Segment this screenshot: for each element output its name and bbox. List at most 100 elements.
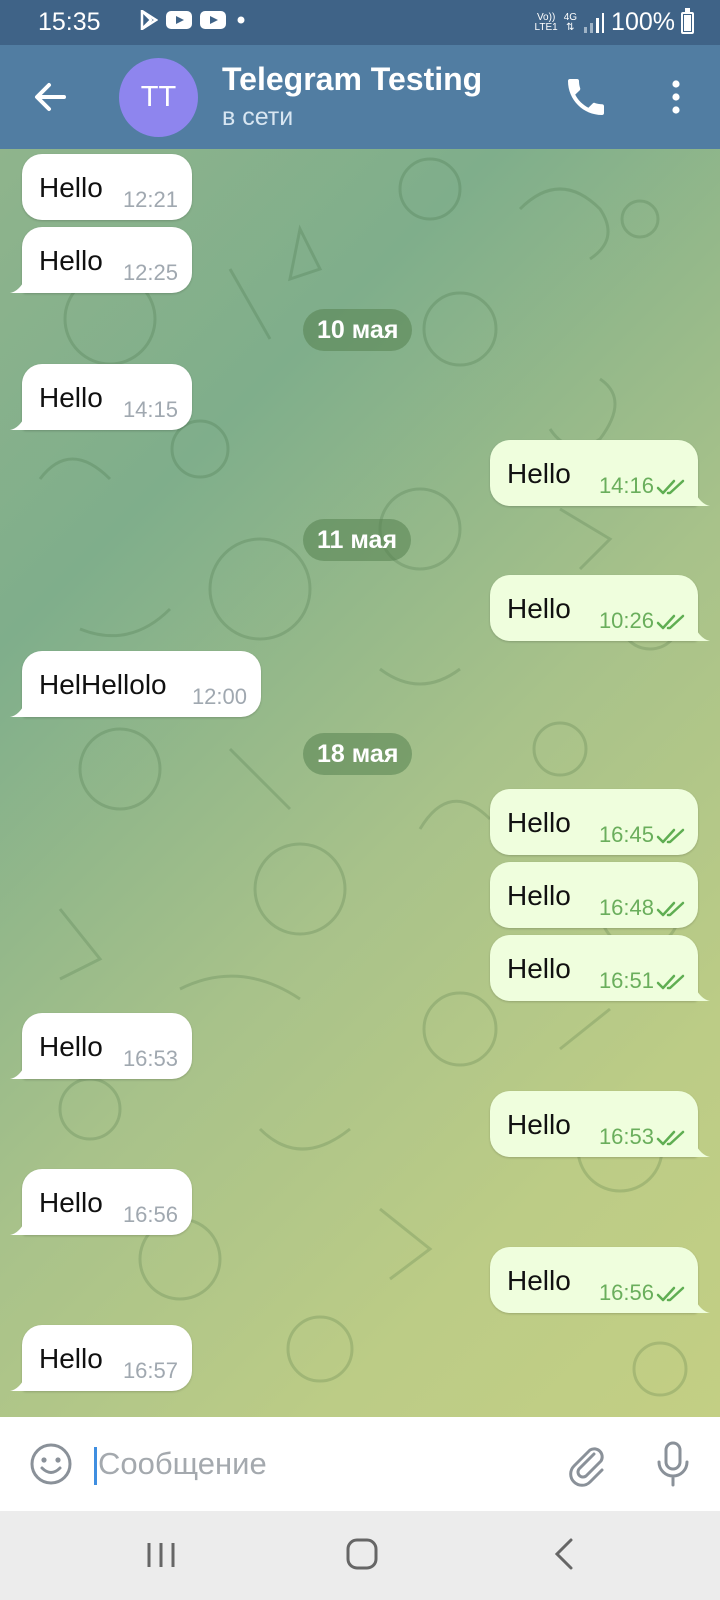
message-outgoing[interactable]: Hello 16:45 [490, 789, 698, 855]
message-time: 12:00 [191, 684, 247, 709]
system-nav-bar [0, 1511, 720, 1600]
network-indicator: 4G ⇅ [563, 11, 578, 33]
more-menu-button[interactable] [652, 73, 700, 121]
message-time: 12:25 [122, 260, 178, 285]
message-incoming[interactable]: Hello 12:25 [10, 227, 192, 293]
data-arrows-icon: ⇅ [566, 21, 575, 33]
avatar-initials: TT [140, 81, 177, 113]
date-label: 11 мая [317, 525, 398, 554]
message-composer [0, 1417, 720, 1511]
text-cursor [94, 1447, 97, 1485]
message-time: 14:16 [598, 473, 654, 498]
battery-icon [681, 7, 694, 34]
message-outgoing[interactable]: Hello 16:53 [490, 1091, 710, 1157]
message-text: Hello [507, 593, 571, 624]
network-label: 4G [563, 11, 578, 23]
chat-header: TT Telegram Testing в сети [0, 45, 720, 149]
message-time: 16:51 [598, 968, 654, 993]
home-button[interactable] [345, 1537, 379, 1571]
volte-label: Vo)) [536, 11, 556, 23]
bubble-tail [10, 1375, 26, 1391]
notification-icons [140, 10, 248, 30]
message-outgoing[interactable]: Hello 16:48 [490, 862, 698, 928]
message-incoming[interactable]: Hello 14:15 [10, 364, 192, 430]
message-outgoing[interactable]: Hello 10:26 [490, 575, 710, 641]
bubble-tail [694, 985, 710, 1001]
message-incoming[interactable]: Hello 16:53 [10, 1013, 192, 1079]
bubble-tail [10, 1219, 26, 1235]
recent-apps-button[interactable] [144, 1539, 178, 1571]
avatar[interactable]: TT [119, 58, 198, 137]
emoji-button[interactable] [28, 1441, 74, 1487]
message-outgoing[interactable]: Hello 14:16 [490, 440, 710, 506]
paperclip-icon [569, 1447, 604, 1487]
message-incoming[interactable]: Hello 12:21 [22, 154, 192, 220]
chevron-left-icon [554, 1538, 573, 1570]
message-text: Hello [39, 1343, 103, 1374]
voice-message-button[interactable] [650, 1439, 696, 1489]
smile-icon [30, 1443, 72, 1485]
message-text: HelHellolo [39, 669, 167, 700]
more-vertical-icon [672, 80, 680, 114]
message-input[interactable] [98, 1439, 538, 1489]
message-time: 16:57 [122, 1358, 178, 1383]
chat-status: в сети [222, 103, 294, 131]
bubble-tail [10, 1063, 26, 1079]
date-label: 10 мая [317, 315, 399, 344]
bubble-tail [694, 1297, 710, 1313]
message-text: Hello [507, 880, 571, 911]
double-check-icon [656, 1286, 685, 1302]
message-time: 16:53 [122, 1046, 178, 1071]
bubble-tail [694, 1141, 710, 1157]
message-time: 16:56 [598, 1280, 654, 1305]
bubble-tail [10, 414, 26, 430]
message-outgoing[interactable]: Hello 16:56 [490, 1247, 710, 1313]
message-text: Hello [39, 382, 103, 413]
youtube-icon [166, 11, 192, 29]
status-bar: 15:35 Vo)) LTE1 4G ⇅ 100% [0, 0, 720, 45]
message-text: Hello [39, 1187, 103, 1218]
chat-title[interactable]: Telegram Testing [222, 61, 482, 98]
message-text: Hello [507, 1265, 571, 1296]
play-store-icon [140, 10, 158, 30]
arrow-left-icon [35, 83, 66, 111]
dot-icon [237, 16, 245, 24]
message-incoming[interactable]: Hello 16:57 [10, 1325, 192, 1391]
message-outgoing[interactable]: Hello 16:51 [490, 935, 710, 1001]
double-check-icon [656, 1130, 685, 1146]
recent-apps-icon [147, 1543, 175, 1567]
message-text: Hello [507, 953, 571, 984]
message-time: 16:45 [598, 822, 654, 847]
home-icon [346, 1538, 378, 1570]
message-time: 12:21 [122, 187, 178, 212]
bubble-tail [694, 625, 710, 641]
double-check-icon [656, 901, 685, 917]
battery-percent: 100% [611, 8, 675, 36]
youtube-icon [200, 11, 226, 29]
double-check-icon [656, 974, 685, 990]
bubble-tail [10, 277, 26, 293]
system-indicators: Vo)) LTE1 4G ⇅ 100% [534, 7, 694, 37]
message-incoming[interactable]: HelHellolo 12:00 [10, 651, 261, 717]
message-text: Hello [39, 245, 103, 276]
call-button[interactable] [562, 73, 610, 121]
chat-area[interactable]: Hello 12:21 Hello 12:25 10 мая Hello 14:… [0, 149, 720, 1417]
message-text: Hello [39, 1031, 103, 1062]
message-text: Hello [507, 458, 571, 489]
date-label: 18 мая [317, 739, 399, 768]
double-check-icon [656, 614, 685, 630]
attach-button[interactable] [564, 1441, 610, 1487]
lte-label: LTE1 [534, 21, 558, 33]
microphone-icon [657, 1441, 689, 1487]
message-incoming[interactable]: Hello 16:56 [10, 1169, 192, 1235]
message-time: 16:56 [122, 1202, 178, 1227]
date-separator: 18 мая [303, 733, 413, 775]
message-time: 14:15 [122, 397, 178, 422]
message-text: Hello [39, 172, 103, 203]
message-text: Hello [507, 807, 571, 838]
nav-back-button[interactable] [552, 1537, 576, 1571]
back-button[interactable] [24, 71, 76, 123]
bubble-tail [10, 701, 26, 717]
message-time: 10:26 [598, 608, 654, 633]
message-time: 16:48 [598, 895, 654, 920]
